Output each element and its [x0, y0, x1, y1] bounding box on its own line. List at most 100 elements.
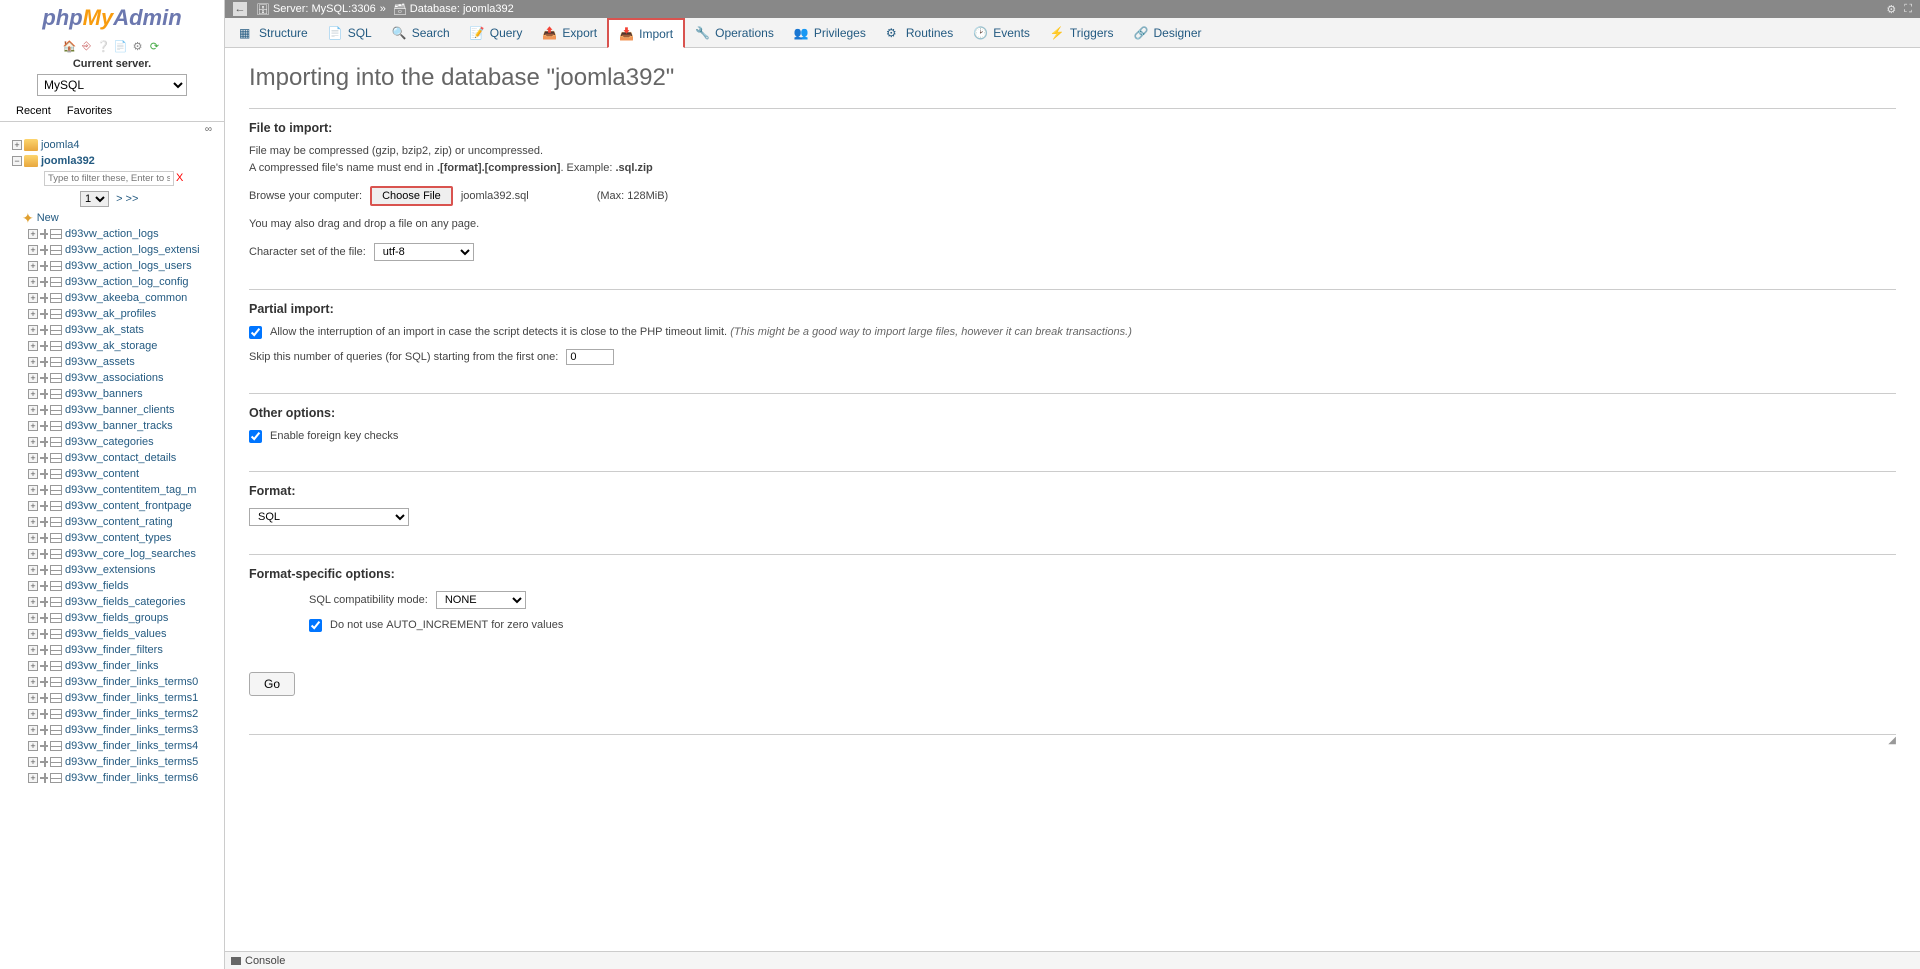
table-item[interactable]: +d93vw_ak_storage [4, 338, 224, 354]
tab-routines[interactable]: ⚙Routines [876, 18, 963, 48]
format-select[interactable]: SQL [249, 508, 409, 526]
table-item[interactable]: +d93vw_categories [4, 434, 224, 450]
reload-icon[interactable]: ⟳ [148, 39, 162, 53]
filter-input[interactable] [44, 171, 174, 186]
skip-input[interactable] [566, 349, 614, 365]
expand-icon[interactable]: + [28, 357, 38, 367]
allow-interruption-checkbox[interactable] [249, 326, 262, 339]
table-item[interactable]: +d93vw_fields_values [4, 626, 224, 642]
breadcrumb-server[interactable]: Server: MySQL:3306 [273, 3, 376, 15]
expand-icon[interactable]: + [28, 277, 38, 287]
table-item[interactable]: +d93vw_finder_links_terms5 [4, 754, 224, 770]
expand-icon[interactable]: + [28, 725, 38, 735]
table-item[interactable]: +d93vw_content_rating [4, 514, 224, 530]
expand-icon[interactable]: + [28, 261, 38, 271]
resize-icon[interactable]: ◢ [1888, 735, 1896, 746]
charset-select[interactable]: utf-8 [374, 243, 474, 261]
expand-icon[interactable]: + [28, 597, 38, 607]
auto-increment-checkbox[interactable] [309, 619, 322, 632]
table-item[interactable]: +d93vw_ak_stats [4, 322, 224, 338]
fullscreen-icon[interactable]: ⛶ [1904, 3, 1912, 16]
table-item[interactable]: +d93vw_banner_clients [4, 402, 224, 418]
tab-search[interactable]: 🔍Search [382, 18, 460, 48]
expand-icon[interactable]: + [28, 517, 38, 527]
table-item[interactable]: +d93vw_finder_links_terms0 [4, 674, 224, 690]
expand-icon[interactable]: + [28, 389, 38, 399]
table-item[interactable]: +d93vw_finder_links_terms6 [4, 770, 224, 786]
tab-export[interactable]: 📤Export [532, 18, 607, 48]
expand-icon[interactable]: + [28, 453, 38, 463]
page-select[interactable]: 1 [80, 191, 109, 207]
table-item[interactable]: +d93vw_banners [4, 386, 224, 402]
go-button[interactable]: Go [249, 672, 295, 696]
tab-structure[interactable]: ▦Structure [229, 18, 318, 48]
fk-checks-checkbox[interactable] [249, 430, 262, 443]
expand-icon[interactable]: + [28, 565, 38, 575]
table-item[interactable]: +d93vw_associations [4, 370, 224, 386]
tab-designer[interactable]: 🔗Designer [1124, 18, 1212, 48]
tab-triggers[interactable]: ⚡Triggers [1040, 18, 1124, 48]
tab-privileges[interactable]: 👥Privileges [784, 18, 876, 48]
table-item[interactable]: +d93vw_action_logs_users [4, 258, 224, 274]
table-item[interactable]: +d93vw_content_frontpage [4, 498, 224, 514]
expand-icon[interactable]: + [28, 309, 38, 319]
clear-filter-icon[interactable]: X [176, 172, 183, 184]
expand-icon[interactable]: + [28, 677, 38, 687]
table-item[interactable]: +d93vw_ak_profiles [4, 306, 224, 322]
table-item[interactable]: +d93vw_fields_groups [4, 610, 224, 626]
expand-icon[interactable]: + [28, 405, 38, 415]
table-item[interactable]: +d93vw_contentitem_tag_m [4, 482, 224, 498]
table-item[interactable]: +d93vw_banner_tracks [4, 418, 224, 434]
expand-icon[interactable]: + [28, 469, 38, 479]
expand-icon[interactable]: + [28, 373, 38, 383]
recent-tab[interactable]: Recent [8, 101, 59, 121]
expand-icon[interactable]: + [28, 421, 38, 431]
table-item[interactable]: +d93vw_extensions [4, 562, 224, 578]
table-item[interactable]: +d93vw_content_types [4, 530, 224, 546]
link-icon[interactable]: ∞ [0, 122, 224, 137]
expand-icon[interactable]: + [28, 485, 38, 495]
expand-icon[interactable]: + [28, 437, 38, 447]
expand-icon[interactable]: + [28, 773, 38, 783]
table-item[interactable]: +d93vw_finder_links_terms2 [4, 706, 224, 722]
server-select[interactable]: MySQL [37, 74, 187, 96]
gear-icon[interactable]: ⚙ [1886, 3, 1896, 16]
table-item[interactable]: +d93vw_action_log_config [4, 274, 224, 290]
settings-icon[interactable]: ⚙ [131, 39, 145, 53]
collapse-sidebar-icon[interactable]: ← [233, 2, 247, 16]
expand-icon[interactable]: − [12, 156, 22, 166]
db-item-joomla392[interactable]: −joomla392 [4, 153, 224, 169]
table-item[interactable]: +d93vw_action_logs_extensi [4, 242, 224, 258]
breadcrumb-database[interactable]: Database: joomla392 [410, 3, 514, 15]
table-item[interactable]: +d93vw_fields_categories [4, 594, 224, 610]
db-item-joomla4[interactable]: +joomla4 [4, 137, 224, 153]
tab-sql[interactable]: 📄SQL [318, 18, 382, 48]
page-next-link[interactable]: > >> [116, 193, 138, 205]
tab-query[interactable]: 📝Query [460, 18, 533, 48]
table-item[interactable]: +d93vw_core_log_searches [4, 546, 224, 562]
table-item[interactable]: +d93vw_akeeba_common [4, 290, 224, 306]
console-bar[interactable]: Console [225, 951, 1920, 969]
expand-icon[interactable]: + [28, 661, 38, 671]
choose-file-button[interactable]: Choose File [370, 186, 453, 206]
compat-select[interactable]: NONE [436, 591, 526, 609]
expand-icon[interactable]: + [28, 341, 38, 351]
expand-icon[interactable]: + [28, 709, 38, 719]
expand-icon[interactable]: + [28, 613, 38, 623]
table-item[interactable]: +d93vw_finder_filters [4, 642, 224, 658]
expand-icon[interactable]: + [28, 229, 38, 239]
new-table-item[interactable]: ✦New [4, 210, 224, 226]
expand-icon[interactable]: + [28, 533, 38, 543]
tab-import[interactable]: 📥Import [607, 18, 685, 48]
table-item[interactable]: +d93vw_finder_links_terms4 [4, 738, 224, 754]
expand-icon[interactable]: + [28, 629, 38, 639]
expand-icon[interactable]: + [28, 757, 38, 767]
tab-events[interactable]: 🕑Events [963, 18, 1040, 48]
docs-icon[interactable]: ❔ [97, 39, 111, 53]
expand-icon[interactable]: + [28, 325, 38, 335]
table-item[interactable]: +d93vw_finder_links_terms1 [4, 690, 224, 706]
logout-icon[interactable]: ⎆ [80, 39, 94, 53]
sql-query-icon[interactable]: 📄 [114, 39, 128, 53]
table-item[interactable]: +d93vw_finder_links [4, 658, 224, 674]
tab-operations[interactable]: 🔧Operations [685, 18, 784, 48]
